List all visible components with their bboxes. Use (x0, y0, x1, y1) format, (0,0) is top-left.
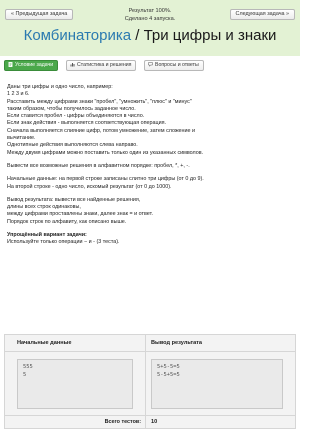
input-line: 555 (23, 364, 33, 370)
result-status: Результат 100%. Сделано 4 запуска. (90, 7, 210, 23)
runs-count: Сделано 4 запуска. (124, 16, 176, 22)
statement-line: Вывод результата: вывести все найденные … (7, 196, 141, 203)
next-task-button[interactable]: Следующая задача » (229, 9, 295, 20)
output-line: 5+5-5=5 (157, 364, 180, 370)
statement-line: Расставить между цифрами знаки "пробел",… (7, 98, 192, 105)
task-statement: Даны три цифры и одно число, например: 1… (7, 84, 293, 247)
tab-questions[interactable]: Вопросы и ответы (144, 60, 204, 71)
total-tests-value: 10 (151, 419, 158, 425)
page-title: Комбинаторика / Три цифры и знаки (0, 26, 300, 46)
input-example[interactable]: 555 5 (17, 359, 133, 409)
input-line: 5 (23, 372, 27, 378)
statement-line: Между двумя цифрами можно поставить толь… (7, 149, 204, 156)
statement-line: Начальные данные: на первой строке запис… (7, 176, 204, 183)
category-link[interactable]: Комбинаторика (24, 27, 132, 44)
statement-line: Порядок строк по алфавиту, как описано в… (7, 218, 127, 225)
tab-statistics-label: Статистика и решения (77, 62, 132, 68)
document-icon (8, 61, 13, 67)
task-name: Три цифры и знаки (143, 27, 277, 44)
statement-line: На второй строке - одно число, искомый р… (7, 183, 172, 190)
output-line: 5-5+5=5 (157, 372, 180, 378)
output-example[interactable]: 5+5-5=5 5-5+5=5 (151, 359, 283, 409)
tab-statement-label: Условие задачи (15, 62, 54, 68)
input-column-header: Начальные данные (17, 340, 72, 346)
table-divider (5, 351, 295, 352)
statement-line: Если знак действия - выполняется соответ… (7, 120, 167, 127)
statement-line: длины всех строк одинаковы, (7, 204, 81, 211)
statement-line: Однотипные действия выполняются слева на… (7, 142, 138, 149)
statement-line: Сначала выполняется слияние цифр, потом … (7, 127, 196, 134)
speech-bubble-icon (148, 61, 153, 67)
statement-line: между цифрами проставлены знаки, далее з… (7, 211, 153, 218)
simplified-text: Используйте только операции − и - (3 тес… (7, 239, 120, 246)
tab-statistics[interactable]: Статистика и решения (66, 60, 137, 71)
previous-task-button[interactable]: « Предыдущая задача (5, 9, 74, 20)
tab-statement[interactable]: Условие задачи (4, 60, 59, 71)
total-tests-label: Всего тестов: (104, 419, 141, 425)
statement-line: 1 2 3 и 6. (7, 91, 30, 98)
title-separator: / (131, 27, 144, 44)
tab-questions-label: Вопросы и ответы (155, 62, 199, 68)
examples-table: Начальные данные Вывод результата 555 5 … (4, 334, 296, 429)
statement-line: Даны три цифры и одно число, например: (7, 84, 113, 90)
result-percent: Результат 100%. (128, 8, 172, 14)
chart-icon (70, 62, 75, 66)
statement-line: таким образом, чтобы получилось заданное… (7, 105, 136, 112)
output-column-header: Вывод результата (145, 335, 297, 351)
statement-line: Вывести все возможные решения в алфавитн… (7, 162, 190, 169)
task-header: « Предыдущая задача Результат 100%. Сдел… (0, 0, 300, 56)
